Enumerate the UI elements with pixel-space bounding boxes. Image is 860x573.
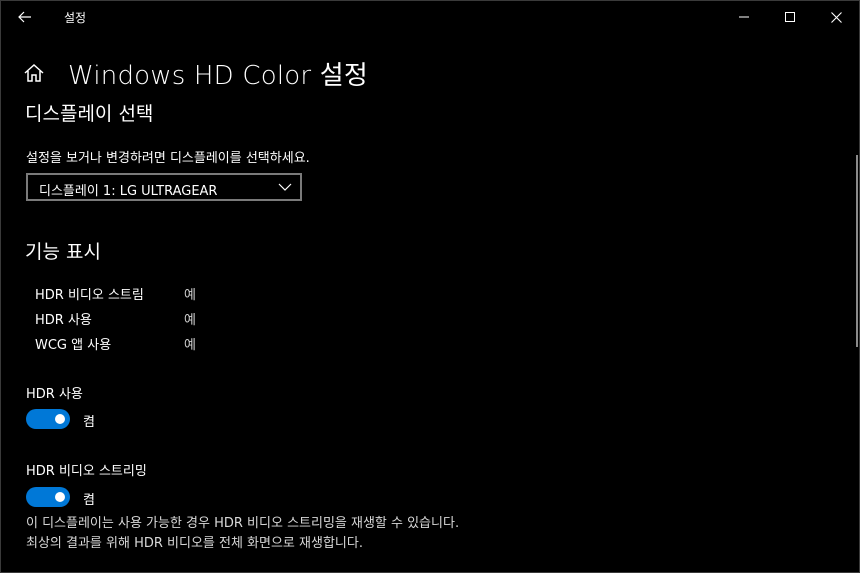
title-bar: 설정 [1, 1, 859, 33]
toggle-knob [55, 414, 65, 424]
hdr-streaming-toggle[interactable] [26, 487, 70, 507]
capability-label: HDR 사용 [35, 313, 92, 328]
display-select-heading: 디스플레이 선택 [25, 103, 154, 125]
page-title: Windows HD Color 설정 [68, 61, 368, 91]
display-dropdown-value: 디스플레이 1: LG ULTRAGEAR [39, 184, 218, 199]
minimize-icon [739, 16, 749, 18]
back-button[interactable] [9, 5, 41, 29]
back-arrow-icon [18, 11, 31, 23]
chevron-down-icon [278, 183, 292, 191]
settings-window: 설정 Windows HD Color 설정 디스플레이 선택 설정을 보거나 … [0, 0, 860, 573]
capability-label: WCG 앱 사용 [35, 338, 112, 353]
maximize-button[interactable] [767, 1, 813, 33]
hdr-streaming-footnote: 이 디스플레이는 사용 가능한 경우 HDR 비디오 스트리밍을 재생할 수 있… [26, 516, 460, 551]
scrollbar[interactable] [856, 155, 858, 347]
close-button[interactable] [813, 1, 859, 33]
capability-label: HDR 비디오 스트림 [35, 288, 144, 303]
toggle-knob [55, 492, 65, 502]
hdr-use-toggle[interactable] [26, 409, 70, 429]
home-button[interactable] [23, 63, 47, 87]
hdr-use-state: 켬 [83, 415, 95, 430]
close-icon [830, 11, 842, 23]
hdr-streaming-state: 켬 [83, 493, 95, 508]
capability-value: 예 [184, 313, 196, 328]
hdr-streaming-label: HDR 비디오 스트리밍 [26, 464, 147, 479]
capability-value: 예 [184, 338, 196, 353]
maximize-icon [785, 12, 795, 22]
display-select-description: 설정을 보거나 변경하려면 디스플레이를 선택하세요. [26, 151, 310, 166]
hdr-use-label: HDR 사용 [26, 387, 83, 402]
capability-value: 예 [184, 288, 196, 303]
capabilities-heading: 기능 표시 [25, 241, 101, 263]
home-icon [24, 63, 44, 82]
app-title: 설정 [64, 11, 87, 25]
minimize-button[interactable] [721, 1, 767, 33]
display-dropdown[interactable]: 디스플레이 1: LG ULTRAGEAR [26, 173, 302, 201]
